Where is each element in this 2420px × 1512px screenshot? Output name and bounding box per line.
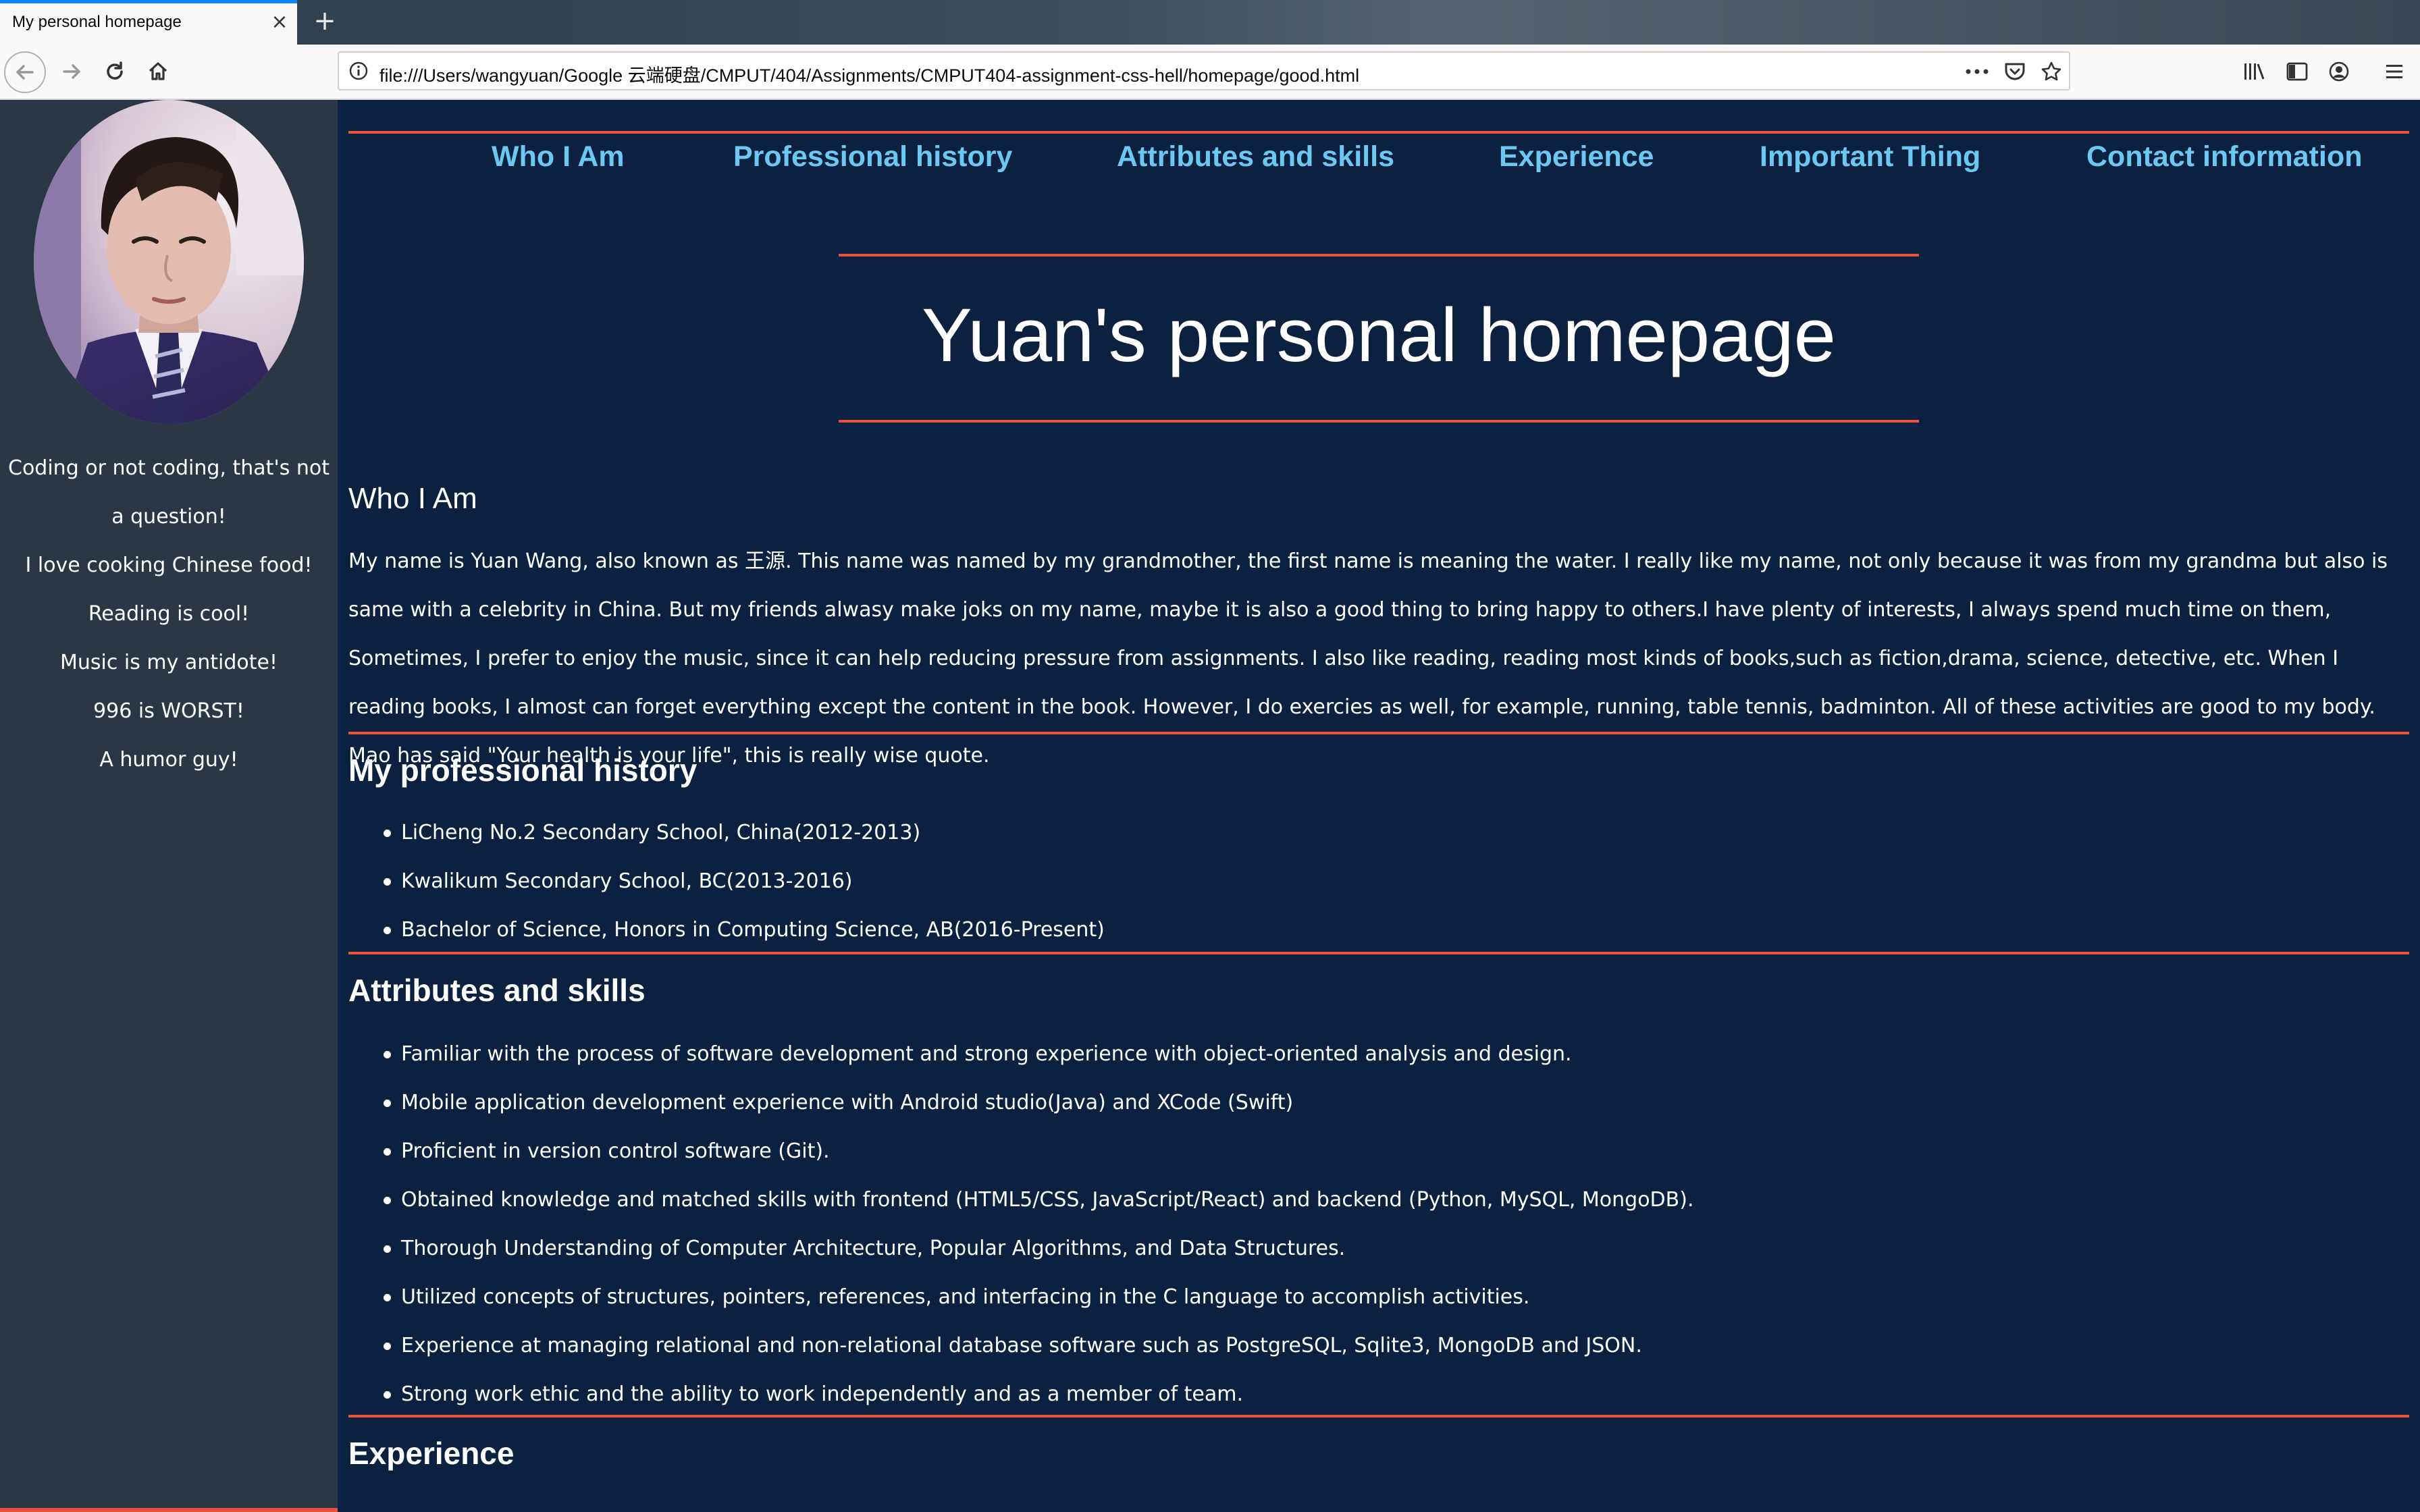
divider	[0, 1508, 338, 1512]
main-content: Who I Am Professional history Attributes…	[338, 100, 2420, 1512]
quote-text: 996 is WORST!	[93, 699, 244, 723]
profile-sidebar: Coding or not coding, that's not a quest…	[0, 100, 338, 1512]
list-item: Utilized concepts of structures, pointer…	[348, 1273, 1693, 1322]
divider	[839, 420, 1919, 423]
nav-link-professional-history[interactable]: Professional history	[733, 140, 1012, 173]
page-title: Yuan's personal homepage	[922, 293, 1836, 377]
quote-text: Music is my antidote!	[59, 651, 278, 674]
list-item: Obtained knowledge and matched skills wi…	[348, 1176, 1693, 1224]
divider	[348, 732, 2409, 734]
library-icon[interactable]	[2238, 55, 2270, 88]
divider	[348, 131, 2409, 134]
url-bar[interactable]: file:///Users/wangyuan/Google 云端硬盘/CMPUT…	[338, 51, 2070, 90]
menu-icon[interactable]	[2378, 55, 2411, 88]
more-icon[interactable]	[1965, 59, 1989, 84]
list-item: Mobile application development experienc…	[348, 1079, 1693, 1127]
url-text[interactable]: file:///Users/wangyuan/Google 云端硬盘/CMPUT…	[379, 61, 1359, 87]
section-heading-who-i-am: Who I Am	[348, 482, 477, 515]
account-icon[interactable]	[2323, 55, 2355, 88]
list-item: Thorough Understanding of Computer Archi…	[348, 1224, 1693, 1273]
skills-list: Familiar with the process of software de…	[348, 1030, 1693, 1419]
who-i-am-paragraph: My name is Yuan Wang, also known as 王源. …	[348, 549, 2388, 767]
divider	[839, 254, 1919, 256]
close-tab-icon[interactable]: ×	[267, 10, 292, 34]
nav-link-experience[interactable]: Experience	[1499, 140, 1654, 173]
sidebar-icon[interactable]	[2281, 55, 2313, 88]
reload-icon[interactable]	[95, 51, 135, 92]
list-item: LiCheng No.2 Secondary School, China(201…	[348, 809, 1105, 857]
tab-title: My personal homepage	[12, 13, 182, 31]
section-heading-experience: Experience	[348, 1436, 515, 1471]
browser-tab[interactable]: My personal homepage ×	[0, 0, 297, 45]
info-icon[interactable]	[348, 61, 369, 84]
nav-link-contact-information[interactable]: Contact information	[2086, 140, 2362, 173]
pocket-icon[interactable]	[2003, 59, 2027, 84]
history-list: LiCheng No.2 Secondary School, China(201…	[348, 809, 1105, 954]
star-icon[interactable]	[2039, 59, 2063, 84]
divider	[348, 1415, 2409, 1418]
avatar	[34, 100, 304, 424]
section-heading-professional-history: My professional history	[348, 753, 698, 788]
forward-icon[interactable]	[51, 51, 92, 92]
home-icon[interactable]	[138, 51, 178, 92]
quote-text: Reading is cool!	[88, 602, 250, 626]
back-icon[interactable]	[4, 51, 46, 93]
list-item: Kwalikum Secondary School, BC(2013-2016)	[348, 857, 1105, 906]
list-item: Experience at managing relational and no…	[348, 1322, 1693, 1370]
nav-link-important-thing[interactable]: Important Thing	[1760, 140, 1980, 173]
tab-strip: My personal homepage × +	[0, 0, 2420, 45]
list-item: Bachelor of Science, Honors in Computing…	[348, 906, 1105, 954]
nav-link-who-i-am[interactable]: Who I Am	[492, 140, 625, 173]
list-item: Familiar with the process of software de…	[348, 1030, 1693, 1079]
divider	[348, 952, 2409, 954]
browser-toolbar: file:///Users/wangyuan/Google 云端硬盘/CMPUT…	[0, 45, 2420, 100]
list-item: Strong work ethic and the ability to wor…	[348, 1370, 1693, 1419]
section-heading-attributes-and-skills: Attributes and skills	[348, 973, 646, 1008]
list-item: Proficient in version control software (…	[348, 1127, 1693, 1176]
nav-link-attributes-and-skills[interactable]: Attributes and skills	[1117, 140, 1394, 173]
quote-text: I love cooking Chinese food!	[25, 554, 313, 577]
quote-text: Coding or not coding, that's not a quest…	[8, 456, 330, 529]
sidebar-quotes: Coding or not coding, that's not a quest…	[0, 444, 338, 784]
site-nav: Who I Am Professional history Attributes…	[338, 140, 2420, 194]
quote-text: A humor guy!	[99, 748, 238, 772]
new-tab-button[interactable]: +	[309, 5, 340, 36]
